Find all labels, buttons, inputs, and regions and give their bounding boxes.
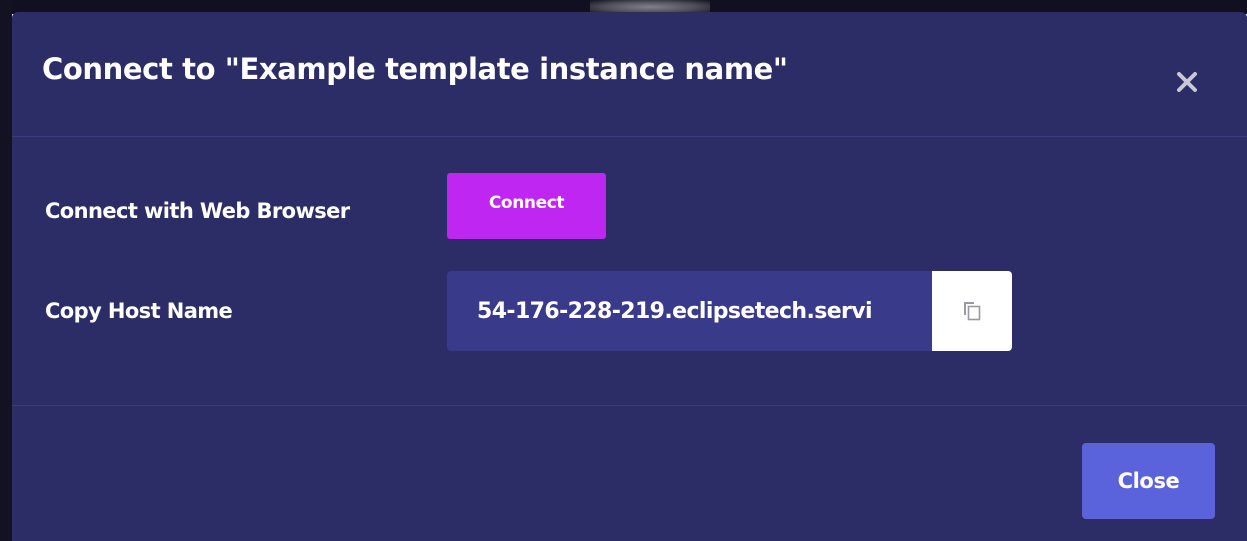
overlay-left-edge	[0, 0, 12, 541]
close-icon[interactable]	[1170, 65, 1204, 99]
modal-title: Connect to "Example template instance na…	[42, 52, 788, 86]
close-x-glyph	[1177, 72, 1197, 92]
modal-footer: Close	[12, 405, 1247, 541]
host-name-label: Copy Host Name	[45, 299, 233, 323]
connect-button[interactable]: Connect	[447, 173, 606, 239]
web-browser-label: Connect with Web Browser	[45, 199, 350, 223]
copy-icon	[964, 302, 981, 321]
close-button[interactable]: Close	[1082, 443, 1215, 519]
copy-host-button[interactable]	[932, 271, 1012, 351]
modal-header: Connect to "Example template instance na…	[12, 12, 1247, 137]
connect-modal: Connect to "Example template instance na…	[12, 12, 1247, 541]
host-name-group	[447, 271, 1012, 351]
host-name-field[interactable]	[447, 271, 932, 351]
modal-body: Connect with Web Browser Connect Copy Ho…	[12, 137, 1247, 405]
